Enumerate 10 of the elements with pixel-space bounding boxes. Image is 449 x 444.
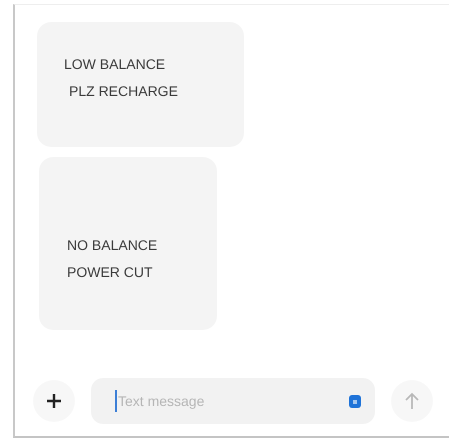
add-button[interactable] (33, 380, 75, 422)
message-text: NO BALANCE (67, 236, 158, 255)
message-text: POWER CUT (67, 263, 154, 282)
message-text: PLZ RECHARGE (68, 82, 179, 101)
message-field[interactable]: Text message (91, 378, 375, 424)
message-text: LOW BALANCE (64, 55, 166, 74)
text-cursor (115, 390, 117, 412)
sticker-icon[interactable] (349, 395, 361, 408)
plus-icon (46, 393, 62, 409)
arrow-up-icon (405, 392, 419, 410)
